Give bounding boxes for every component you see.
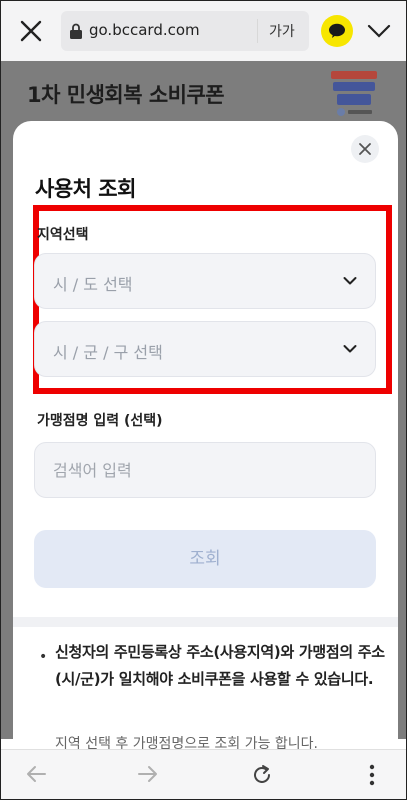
forward-button[interactable] (137, 764, 159, 788)
address-bar[interactable]: go.bccard.com 가가 (61, 11, 309, 51)
note-bullet: • (39, 649, 48, 665)
back-arrow-icon (27, 766, 46, 782)
close-icon (359, 143, 371, 155)
reload-button[interactable] (251, 764, 273, 790)
close-tab-button[interactable] (19, 19, 43, 43)
kakaotalk-button[interactable] (321, 15, 353, 47)
campaign-logo (331, 71, 377, 116)
province-select[interactable]: 시 / 도 선택 (34, 253, 376, 309)
section-divider (13, 617, 398, 627)
city-select[interactable]: 시 / 군 / 구 선택 (34, 321, 376, 377)
forward-arrow-icon (138, 766, 157, 782)
city-placeholder: 시 / 군 / 구 선택 (53, 343, 163, 362)
merchant-label: 가맹점명 입력 (선택) (37, 413, 163, 429)
phone-screen: go.bccard.com 가가 1차 민생회복 소비쿠폰 사용처 조회 지역선… (0, 0, 407, 800)
modal-close-button[interactable] (351, 135, 379, 163)
reload-icon (254, 765, 270, 783)
browser-bottom-bar (1, 749, 406, 799)
back-button[interactable] (25, 764, 47, 788)
kakaotalk-icon (329, 23, 345, 38)
text-size-button[interactable]: 가가 (269, 21, 295, 41)
province-placeholder: 시 / 도 선택 (53, 275, 133, 294)
address-bar-divider (257, 19, 258, 43)
chevron-down-icon (343, 277, 357, 285)
page-title: 1차 민생회복 소비쿠폰 (27, 83, 225, 107)
chevron-down-icon (367, 24, 391, 38)
modal-title: 사용처 조회 (35, 177, 136, 201)
region-label: 지역선택 (37, 227, 89, 243)
more-options-button[interactable] (369, 764, 375, 790)
url-text: go.bccard.com (89, 21, 200, 39)
query-button[interactable]: 조회 (34, 530, 376, 588)
more-vert-icon (369, 764, 375, 786)
browser-toolbar: go.bccard.com 가가 (1, 1, 406, 61)
notice-text: 신청자의 주민등록상 주소(사용지역)와 가맹점의 주소(시/군)가 일치해야 … (55, 643, 385, 688)
lock-icon (70, 23, 82, 39)
store-lookup-modal: 사용처 조회 지역선택 시 / 도 선택 시 / 군 / 구 선택 가맹점명 입… (13, 121, 398, 771)
toolbar-menu-button[interactable] (367, 21, 391, 41)
close-icon (20, 20, 42, 42)
chevron-down-icon (343, 345, 357, 353)
merchant-search-input[interactable] (34, 442, 376, 498)
